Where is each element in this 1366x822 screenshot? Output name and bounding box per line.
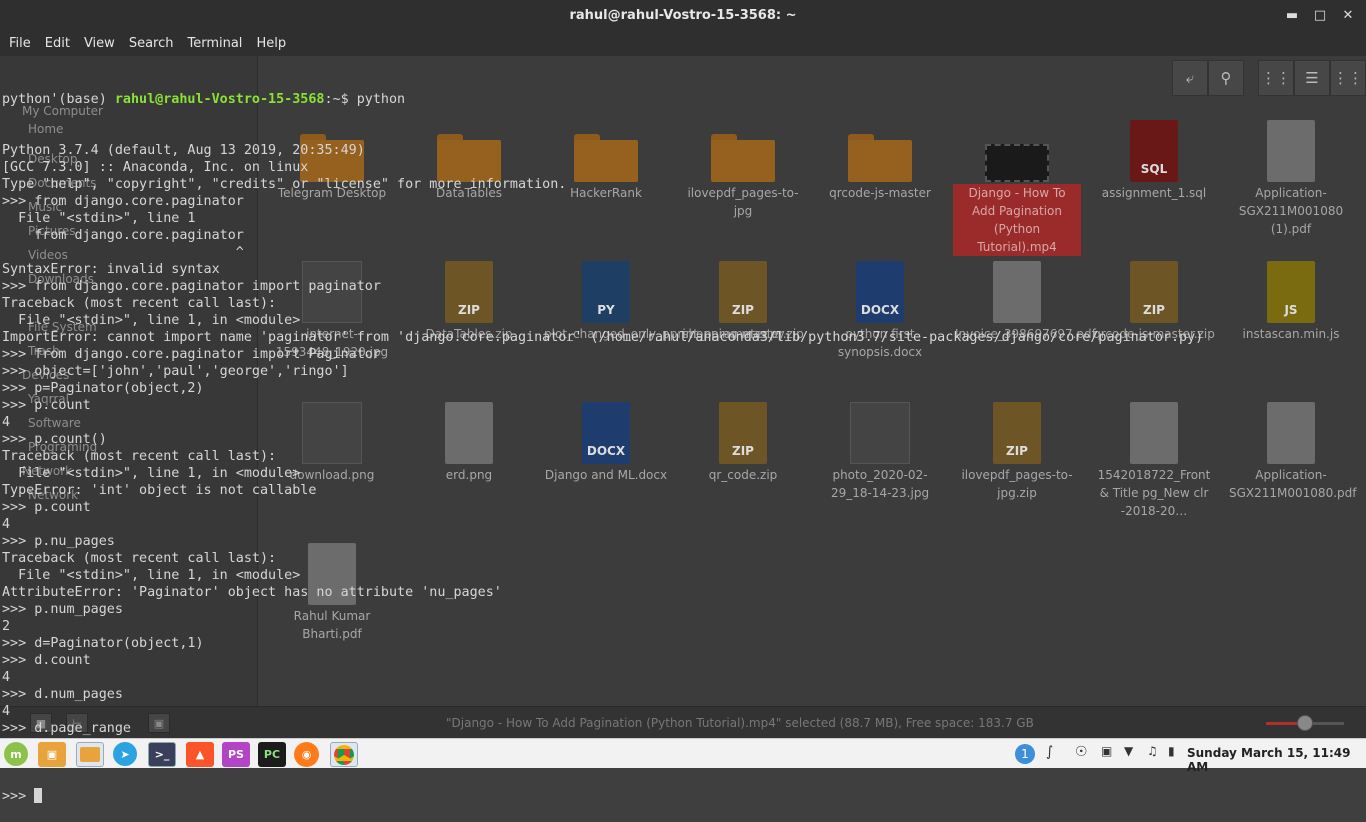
terminal-line: >>> p.count(): [2, 432, 107, 447]
battery-icon[interactable]: ▮: [1168, 744, 1175, 758]
terminal-line: >>> p.count: [2, 500, 91, 515]
files-icon[interactable]: ▣: [38, 742, 66, 767]
terminal-line: >>> d=Paginator(object,1): [2, 636, 204, 651]
terminal-line: >>> from django.core.paginator: [2, 194, 244, 209]
terminal-line: File "<stdin>", line 1, in <module>: [2, 313, 301, 328]
terminal-line: >>> d.count: [2, 653, 91, 668]
terminal-line: File "<stdin>", line 1, in <module>: [2, 568, 301, 583]
notification-badge[interactable]: 1: [1015, 744, 1035, 764]
terminal-line: Python 3.7.4 (default, Aug 13 2019, 20:3…: [2, 143, 365, 158]
terminal-line: >>> p.count: [2, 398, 91, 413]
sound-icon[interactable]: ♫: [1147, 744, 1158, 758]
window-title: rahul@rahul-Vostro-15-3568: ~: [569, 7, 797, 23]
phpstorm-icon[interactable]: PS: [222, 742, 250, 767]
telegram-icon[interactable]: ➤: [113, 742, 137, 766]
terminal-icon[interactable]: >_: [148, 742, 176, 767]
terminal-line: >>> d.num_pages: [2, 687, 123, 702]
menu-terminal[interactable]: Terminal: [180, 36, 249, 51]
maximize-icon[interactable]: □: [1306, 0, 1334, 30]
close-icon[interactable]: ✕: [1334, 0, 1362, 30]
menu-edit[interactable]: Edit: [38, 36, 77, 51]
terminal-line: 4: [2, 704, 11, 719]
menu-file[interactable]: File: [2, 36, 38, 51]
terminal-line: File "<stdin>", line 1: [2, 211, 196, 226]
menu-help[interactable]: Help: [249, 36, 293, 51]
terminal-line: File "<stdin>", line 1, in <module>: [2, 466, 301, 481]
terminal-line: ^: [2, 245, 244, 260]
terminal-line: >>> p.num_pages: [2, 602, 123, 617]
terminal-output[interactable]: python'(base) rahul@rahul-Vostro-15-3568…: [0, 56, 1366, 804]
terminal-line: 4: [2, 415, 11, 430]
terminal-line: 2: [2, 619, 11, 634]
shield-icon[interactable]: ☉: [1075, 744, 1088, 760]
terminal-line: >>> object=['john','paul','george','ring…: [2, 364, 349, 379]
terminal-line: >>> p=Paginator(object,2): [2, 381, 204, 396]
terminal-line: [GCC 7.3.0] :: Anaconda, Inc. on linux: [2, 160, 309, 175]
terminal-prompt-line: python'(base) rahul@rahul-Vostro-15-3568…: [2, 92, 406, 107]
terminal-line: SyntaxError: invalid syntax: [2, 262, 220, 277]
terminal-input-line[interactable]: >>>: [2, 788, 1366, 805]
terminal-line: >>> p.nu_pages: [2, 534, 115, 549]
taskbar: m ▣ ➤ >_ ▲ PS PC ◉ 1 ∫ ☉ ▣ ▼ ♫ ▮ Sunday …: [0, 738, 1366, 774]
terminal-line: from django.core.paginator: [2, 228, 244, 243]
brave-icon[interactable]: ▲: [186, 742, 214, 767]
terminal-cursor: [34, 788, 43, 803]
bluetooth-icon[interactable]: ∫: [1046, 744, 1053, 760]
menu-bar: File Edit View Search Terminal Help: [0, 30, 1366, 56]
terminal-line: >>> from django.core.paginator import pa…: [2, 279, 381, 294]
minimize-icon[interactable]: ▬: [1278, 0, 1306, 30]
clock[interactable]: Sunday March 15, 11:49 AM: [1187, 746, 1366, 774]
mint-menu-icon[interactable]: m: [4, 742, 28, 766]
terminal-line: >>> from django.core.paginator import Pa…: [2, 347, 381, 362]
folder-icon[interactable]: [76, 742, 104, 767]
terminal-line: AttributeError: 'Paginator' object has n…: [2, 585, 502, 600]
menu-search[interactable]: Search: [122, 36, 181, 51]
terminal-line: Traceback (most recent call last):: [2, 296, 277, 311]
network-icon[interactable]: ▼: [1124, 744, 1133, 758]
firefox-icon[interactable]: ◉: [294, 742, 319, 767]
terminal-line: Type "help", "copyright", "credits" or "…: [2, 177, 567, 192]
screenshot-icon[interactable]: ▣: [1101, 744, 1112, 758]
terminal-line: Traceback (most recent call last):: [2, 449, 277, 464]
terminal-line: ImportError: cannot import name 'paginat…: [2, 330, 1204, 345]
terminal-line: Traceback (most recent call last):: [2, 551, 277, 566]
pycharm-icon[interactable]: PC: [258, 742, 286, 767]
menu-view[interactable]: View: [77, 36, 122, 51]
terminal-line: 4: [2, 670, 11, 685]
terminal-line: 4: [2, 517, 11, 532]
terminal-line: TypeError: 'int' object is not callable: [2, 483, 317, 498]
window-titlebar: rahul@rahul-Vostro-15-3568: ~ ▬ □ ✕: [0, 0, 1366, 30]
prompt-user: rahul@rahul-Vostro-15-3568: [114, 92, 325, 107]
chrome-icon[interactable]: [330, 742, 358, 767]
terminal-line: >>> d.page_range: [2, 721, 131, 736]
